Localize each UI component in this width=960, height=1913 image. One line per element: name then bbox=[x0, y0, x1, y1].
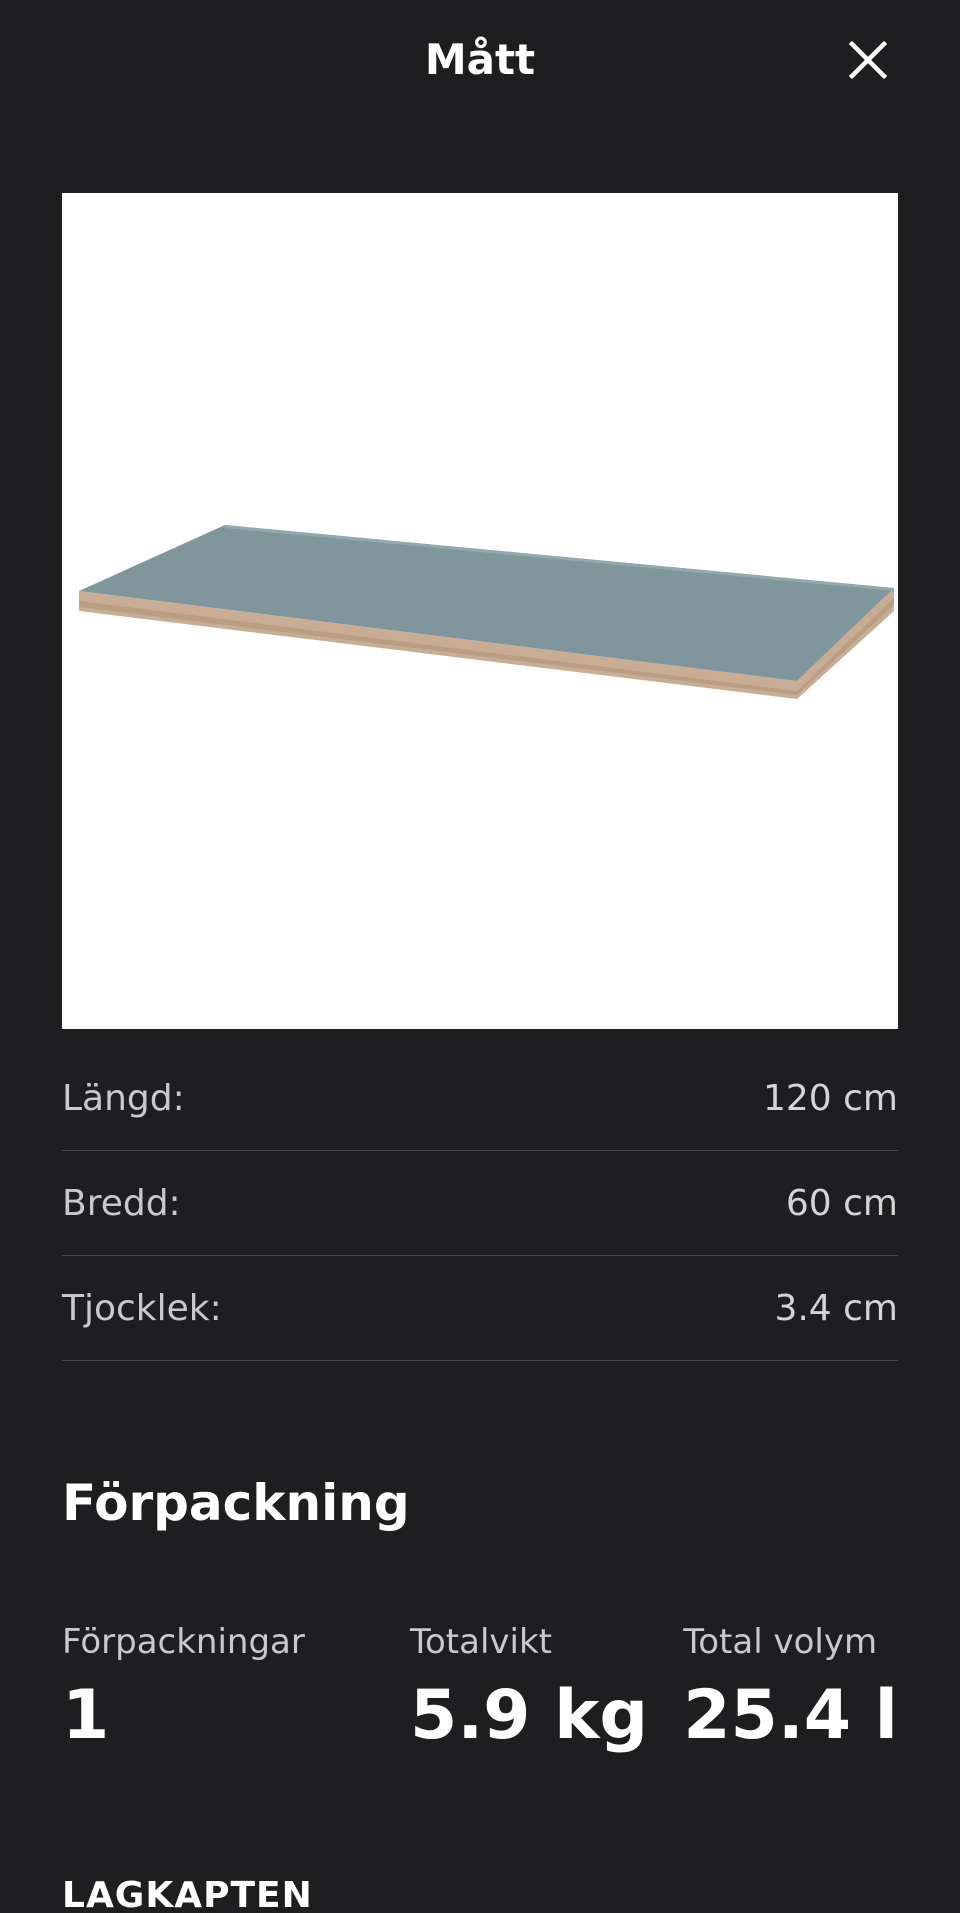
dimension-label: Längd: bbox=[62, 1077, 185, 1119]
dimension-row-length: Längd: 120 cm bbox=[62, 1046, 898, 1151]
dimension-value: 3.4 cm bbox=[774, 1287, 898, 1329]
stat-value: 1 bbox=[62, 1676, 110, 1755]
dimension-label: Tjocklek: bbox=[62, 1287, 222, 1329]
modal-header: Mått bbox=[0, 0, 960, 120]
dimensions-list: Längd: 120 cm Bredd: 60 cm Tjocklek: 3.4… bbox=[62, 1046, 898, 1361]
package-product-name: LAGKAPTEN bbox=[62, 1875, 313, 1913]
close-button[interactable] bbox=[840, 32, 896, 88]
modal-title: Mått bbox=[424, 35, 536, 84]
stat-value: 5.9 kg bbox=[410, 1676, 649, 1755]
stat-value: 25.4 l bbox=[683, 1676, 898, 1755]
packaging-stats: Förpackningar 1 Totalvikt 5.9 kg Total v… bbox=[62, 1620, 898, 1760]
dimension-value: 120 cm bbox=[762, 1077, 898, 1119]
total-weight: Totalvikt 5.9 kg bbox=[410, 1620, 648, 1758]
dimension-label: Bredd: bbox=[62, 1182, 181, 1224]
dimensions-modal: Mått Längd: 120 cm Bredd: 60 cm Tjocklek… bbox=[0, 0, 960, 1913]
packages-count: Förpackningar 1 bbox=[62, 1620, 305, 1758]
total-volume: Total volym 25.4 l bbox=[683, 1620, 898, 1758]
stat-label: Total volym bbox=[683, 1622, 878, 1662]
table-top-image bbox=[79, 525, 894, 699]
dimension-row-width: Bredd: 60 cm bbox=[62, 1151, 898, 1256]
packaging-heading: Förpackning bbox=[62, 1474, 410, 1532]
close-icon bbox=[848, 40, 888, 80]
product-image bbox=[62, 193, 898, 1029]
stat-label: Förpackningar bbox=[62, 1622, 305, 1662]
stat-label: Totalvikt bbox=[410, 1622, 552, 1662]
dimension-row-thickness: Tjocklek: 3.4 cm bbox=[62, 1256, 898, 1361]
dimension-value: 60 cm bbox=[785, 1182, 898, 1224]
